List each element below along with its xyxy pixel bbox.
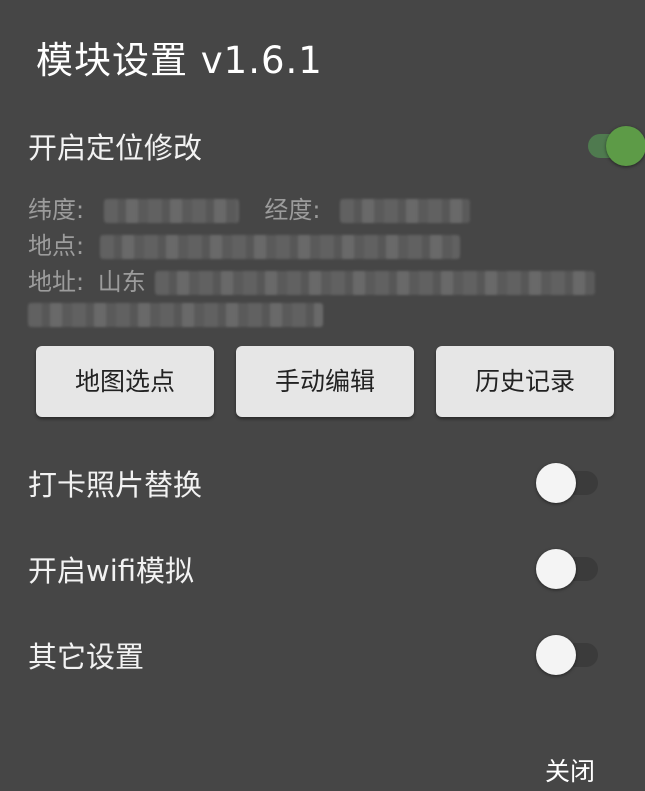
place-value-redacted	[99, 235, 460, 259]
address-label: 地址:	[28, 268, 85, 296]
module-settings-dialog: 模块设置 v1.6.1 开启定位修改 纬度: 经度: 地点: 地址: 山东 地图…	[0, 0, 645, 791]
wifi-simulate-row[interactable]: 开启wifi模拟	[28, 539, 618, 599]
address-line: 地址: 山东	[28, 262, 596, 297]
other-settings-switch[interactable]	[536, 635, 602, 675]
photo-replace-row[interactable]: 打卡照片替换	[28, 453, 618, 513]
address-line-2	[28, 300, 323, 328]
address-value-redacted	[155, 271, 596, 295]
coordinates-line: 纬度: 经度:	[28, 190, 471, 225]
place-line: 地点:	[28, 226, 460, 261]
address-value-redacted-2	[28, 303, 323, 327]
manual-edit-button[interactable]: 手动编辑	[236, 346, 414, 417]
wifi-simulate-label: 开启wifi模拟	[28, 554, 195, 588]
location-modify-row[interactable]: 开启定位修改	[28, 116, 645, 176]
location-modify-switch[interactable]	[580, 126, 645, 166]
switch-thumb	[536, 549, 576, 589]
longitude-value-redacted	[340, 199, 471, 223]
dialog-title: 模块设置 v1.6.1	[36, 39, 323, 82]
latitude-label: 纬度:	[28, 196, 85, 224]
latitude-value-redacted	[103, 199, 239, 223]
address-prefix: 山东	[97, 268, 146, 296]
wifi-simulate-switch[interactable]	[536, 549, 602, 589]
switch-thumb	[536, 463, 576, 503]
history-button[interactable]: 历史记录	[436, 346, 614, 417]
longitude-label: 经度:	[264, 196, 321, 224]
other-settings-row[interactable]: 其它设置	[28, 625, 618, 685]
location-modify-label: 开启定位修改	[28, 131, 203, 165]
place-label: 地点:	[28, 232, 85, 260]
photo-replace-label: 打卡照片替换	[28, 468, 203, 502]
other-settings-label: 其它设置	[28, 640, 145, 674]
close-button[interactable]: 关闭	[545, 752, 595, 788]
map-pick-button[interactable]: 地图选点	[36, 346, 214, 417]
switch-thumb	[536, 635, 576, 675]
photo-replace-switch[interactable]	[536, 463, 602, 503]
switch-thumb	[606, 126, 645, 166]
